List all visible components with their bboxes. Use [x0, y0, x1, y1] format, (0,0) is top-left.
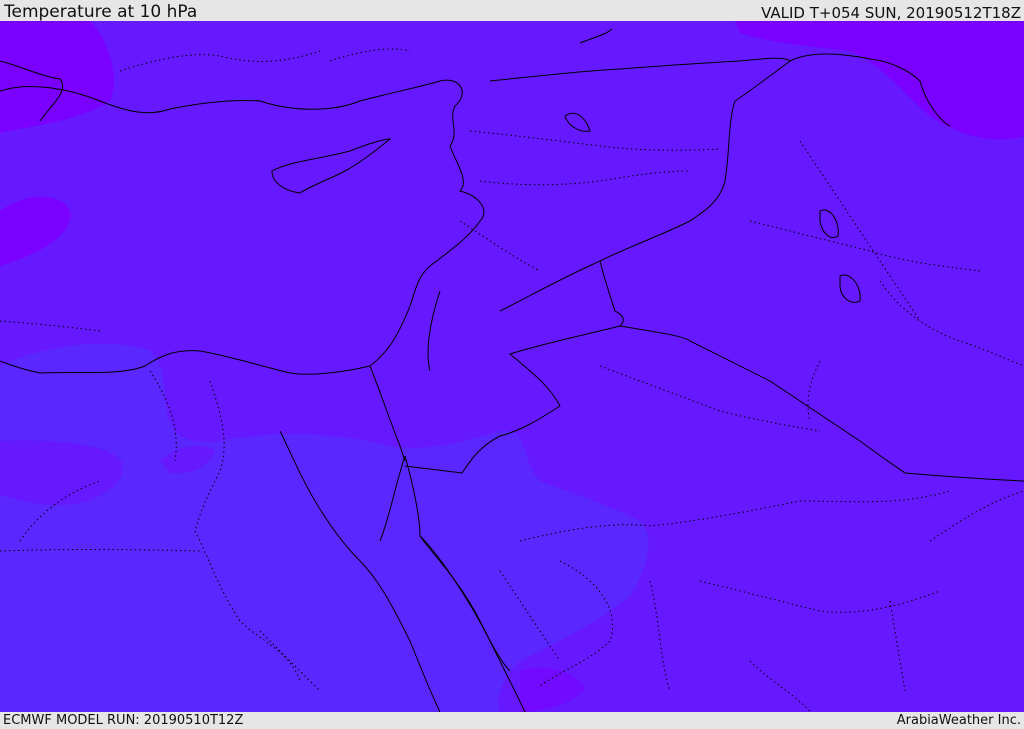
map-title: Temperature at 10 hPa	[4, 2, 198, 22]
header-bar: Temperature at 10 hPa VALID T+054 SUN, 2…	[0, 0, 1024, 22]
brand-credit: ArabiaWeather Inc.	[896, 713, 1021, 728]
model-run-info: ECMWF MODEL RUN: 20190510T12Z	[3, 713, 244, 728]
map-area[interactable]	[0, 21, 1024, 712]
footer-bar: ECMWF MODEL RUN: 20190510T12Z ArabiaWeat…	[0, 712, 1024, 729]
valid-time: VALID T+054 SUN, 20190512T18Z	[761, 4, 1021, 22]
temperature-map	[0, 21, 1024, 712]
